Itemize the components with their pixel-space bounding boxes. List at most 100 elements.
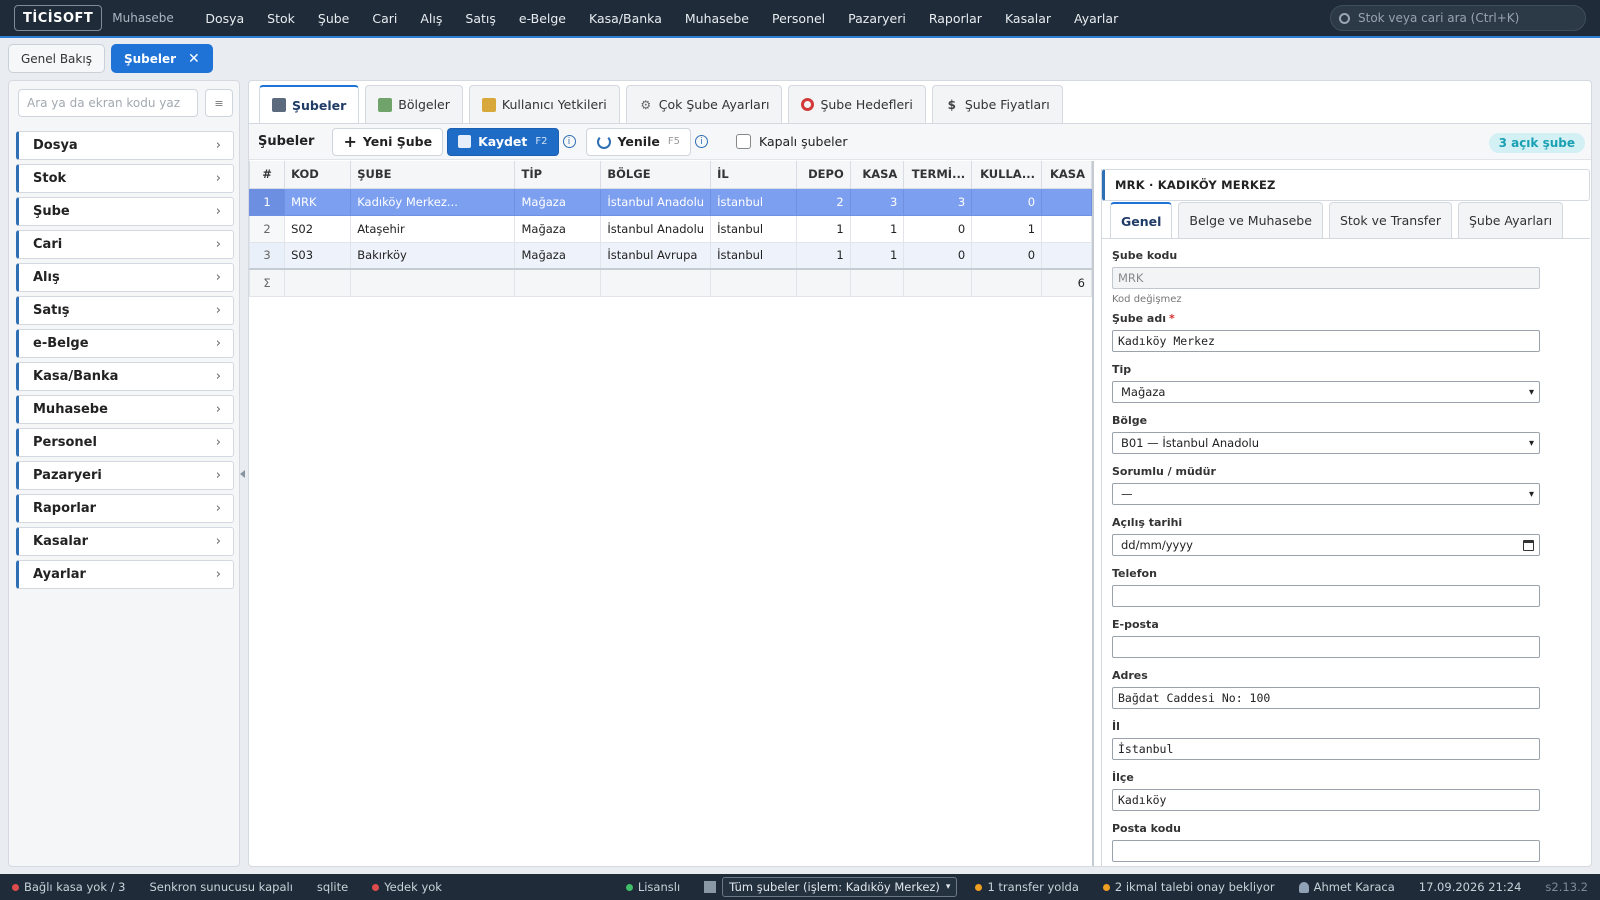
- tab-kullanici-yetkileri[interactable]: Kullanıcı Yetkileri: [468, 85, 620, 123]
- target-icon: [801, 98, 815, 111]
- calendar-icon[interactable]: [1523, 539, 1534, 551]
- top-menu-item-stok[interactable]: Stok: [256, 11, 307, 26]
- sidebar-item-alis[interactable]: Alış ›: [16, 263, 234, 292]
- branch-table: # KOD ŞUBE TİP BÖLGE İL DEPO KASA TERMİ.…: [249, 161, 1092, 297]
- tab-sube-hedefleri[interactable]: Şube Hedefleri: [788, 85, 926, 123]
- table-row[interactable]: 2 S02 Ataşehir Mağaza İstanbul Anadolu İ…: [249, 214, 1092, 243]
- status-approval[interactable]: 2 ikmal talebi onay bekliyor: [1091, 880, 1287, 894]
- sidebar-item-kasalar[interactable]: Kasalar ›: [16, 527, 234, 556]
- refresh-button[interactable]: Yenile F5: [585, 127, 691, 156]
- column-header-terminal[interactable]: TERMİ...: [903, 161, 973, 189]
- status-text: Lisanslı: [637, 880, 681, 894]
- type-select[interactable]: Mağaza ▾: [1112, 381, 1540, 403]
- top-menu-item-sube[interactable]: Şube: [306, 11, 360, 26]
- tab-cok-sube-ayarlari[interactable]: ⚙ Çok Şube Ayarları: [625, 85, 783, 123]
- top-menu-item-kasa-banka[interactable]: Kasa/Banka: [578, 11, 674, 26]
- global-search-input[interactable]: [1358, 11, 1578, 25]
- sidebar-item-satis[interactable]: Satış ›: [16, 296, 234, 325]
- column-header-bolge[interactable]: BÖLGE: [600, 161, 712, 189]
- top-menu-item-pazaryeri[interactable]: Pazaryeri: [837, 11, 918, 26]
- sidebar-collapse-handle[interactable]: [240, 470, 245, 478]
- tab-stok-transfer[interactable]: Stok ve Transfer: [1328, 202, 1452, 238]
- column-header-sube[interactable]: ŞUBE: [350, 161, 516, 189]
- manager-select[interactable]: — ▾: [1112, 483, 1540, 505]
- address-field[interactable]: Bağdat Caddesi No: 100: [1112, 687, 1540, 709]
- doc-tab-subeler[interactable]: Şubeler ✕: [110, 44, 213, 73]
- sidebar-item-kasa-banka[interactable]: Kasa/Banka ›: [16, 362, 234, 391]
- top-menu-item-alis[interactable]: Alış: [409, 11, 454, 26]
- email-field[interactable]: [1112, 636, 1540, 658]
- code-label: Şube kodu: [1112, 249, 1178, 262]
- doc-tab-overview[interactable]: Genel Bakış: [8, 44, 105, 73]
- detail-tabs: Genel Belge ve Muhasebe Stok ve Transfer…: [1110, 202, 1564, 238]
- sidebar-item-label: Kasalar: [33, 534, 88, 549]
- sidebar-item-ebelge[interactable]: e-Belge ›: [16, 329, 234, 358]
- name-field[interactable]: Kadıköy Merkez: [1112, 330, 1540, 352]
- tab-subeler[interactable]: Şubeler: [259, 85, 360, 123]
- sidebar-item-dosya[interactable]: Dosya ›: [16, 131, 234, 160]
- sidebar-search-input[interactable]: [18, 89, 198, 117]
- column-header-depo[interactable]: DEPO: [796, 161, 851, 189]
- status-sync: Senkron sunucusu kapalı: [137, 880, 304, 894]
- column-header-kasa[interactable]: KASA: [849, 161, 905, 189]
- phone-field[interactable]: [1112, 585, 1540, 607]
- table-cell: İstanbul: [710, 214, 798, 243]
- sidebar-item-label: Muhasebe: [33, 402, 108, 417]
- app-logo[interactable]: TİCİSOFT: [14, 5, 103, 31]
- sidebar-item-label: Raporlar: [33, 501, 97, 516]
- doc-tab-label: Şubeler: [123, 51, 177, 66]
- column-header-rownum[interactable]: #: [249, 161, 286, 189]
- top-menu-item-kasalar[interactable]: Kasalar: [993, 11, 1062, 26]
- new-branch-button[interactable]: + Yeni Şube: [332, 127, 444, 156]
- sidebar-item-cari[interactable]: Cari ›: [16, 230, 234, 259]
- tab-sube-ayarlari[interactable]: Şube Ayarları: [1457, 202, 1564, 238]
- sidebar-item-personel[interactable]: Personel ›: [16, 428, 234, 457]
- top-menu-item-cari[interactable]: Cari: [361, 11, 409, 26]
- tab-belge-muhasebe[interactable]: Belge ve Muhasebe: [1178, 202, 1323, 238]
- status-text: 17.09.2026 21:24: [1418, 880, 1522, 894]
- top-menu-item-personel[interactable]: Personel: [760, 11, 836, 26]
- menu-icon[interactable]: ≡: [205, 89, 233, 117]
- column-header-kullanici[interactable]: KULLA...: [971, 161, 1043, 189]
- sidebar-item-sube[interactable]: Şube ›: [16, 197, 234, 226]
- district-field[interactable]: Kadıköy: [1112, 789, 1540, 811]
- table-row[interactable]: 3 S03 Bakırköy Mağaza İstanbul Avrupa İs…: [249, 241, 1092, 270]
- tab-genel[interactable]: Genel: [1110, 202, 1173, 238]
- column-header-il[interactable]: İL: [710, 161, 798, 189]
- sidebar-item-stok[interactable]: Stok ›: [16, 164, 234, 193]
- status-user[interactable]: Ahmet Karaca: [1287, 880, 1407, 894]
- closed-branches-checkbox[interactable]: [735, 134, 751, 149]
- column-header-kod[interactable]: KOD: [284, 161, 352, 189]
- postal-code-field[interactable]: [1112, 840, 1540, 862]
- status-transfer[interactable]: 1 transfer yolda: [963, 880, 1090, 894]
- column-header-tip[interactable]: TİP: [514, 161, 602, 189]
- city-field[interactable]: İstanbul: [1112, 738, 1540, 760]
- region-select[interactable]: B01 — İstanbul Anadolu ▾: [1112, 432, 1540, 454]
- sidebar-item-ayarlar[interactable]: Ayarlar ›: [16, 560, 234, 589]
- column-header-kasa-2[interactable]: KASA: [1041, 161, 1092, 189]
- sidebar-item-raporlar[interactable]: Raporlar ›: [16, 494, 234, 523]
- refresh-icon: [596, 134, 611, 149]
- tab-bolgeler[interactable]: Bölgeler: [365, 85, 463, 123]
- top-menu-item-ebelge[interactable]: e-Belge: [507, 11, 577, 26]
- tab-sube-fiyatlari[interactable]: $ Şube Fiyatları: [931, 85, 1063, 123]
- top-menu-item-ayarlar[interactable]: Ayarlar: [1063, 11, 1130, 26]
- sidebar-item-pazaryeri[interactable]: Pazaryeri ›: [16, 461, 234, 490]
- sidebar-item-label: Personel: [33, 435, 97, 450]
- open-date-field[interactable]: dd/mm/yyyy: [1112, 534, 1540, 556]
- top-menu-item-muhasebe[interactable]: Muhasebe: [673, 11, 760, 26]
- branch-select[interactable]: Tüm şubeler (işlem: Kadıköy Merkez) ▾: [722, 877, 958, 897]
- info-icon[interactable]: i: [694, 135, 708, 148]
- close-icon[interactable]: ✕: [188, 51, 200, 67]
- table-cell: S02: [284, 214, 352, 243]
- chevron-right-icon: ›: [215, 534, 221, 549]
- top-menu-item-raporlar[interactable]: Raporlar: [917, 11, 993, 26]
- save-button[interactable]: Kaydet F2: [447, 127, 559, 156]
- top-menu-item-satis[interactable]: Satış: [454, 11, 507, 26]
- top-menu-item-dosya[interactable]: Dosya: [194, 11, 256, 26]
- status-kasa: Bağlı kasa yok / 3: [0, 880, 137, 894]
- sidebar-item-muhasebe[interactable]: Muhasebe ›: [16, 395, 234, 424]
- info-icon[interactable]: i: [562, 135, 576, 148]
- table-cell: 0: [903, 214, 973, 243]
- table-row[interactable]: 1 MRK Kadıköy Merkez... Mağaza İstanbul …: [249, 187, 1092, 216]
